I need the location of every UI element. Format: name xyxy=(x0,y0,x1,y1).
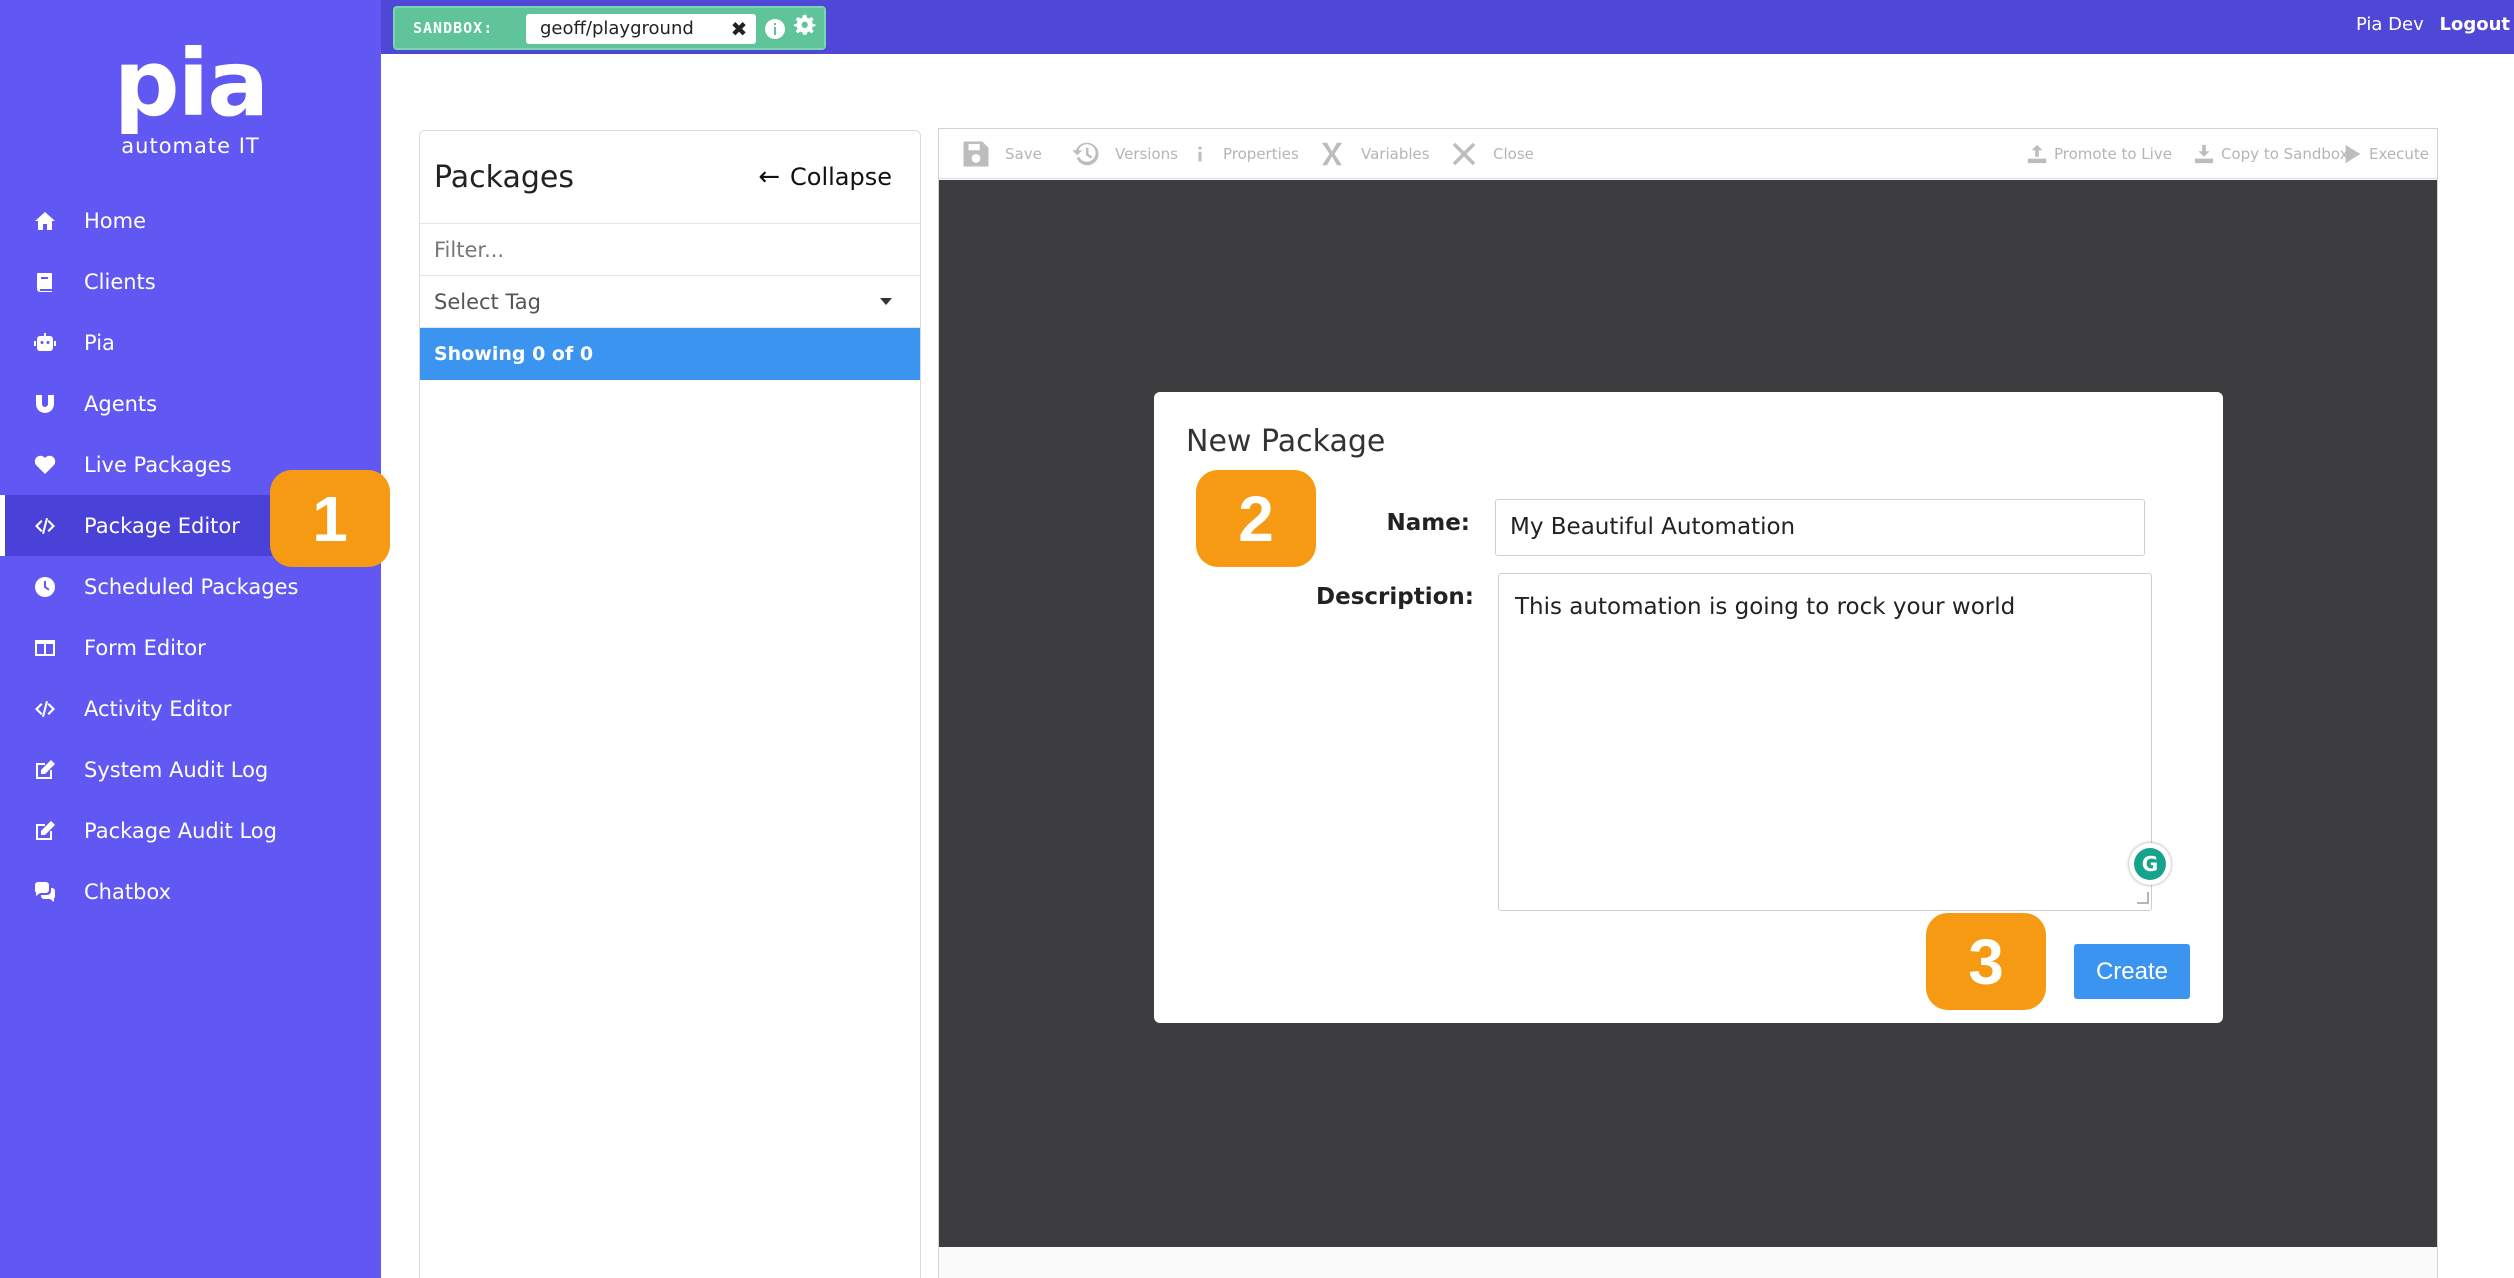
name-label: Name: xyxy=(1386,510,1470,536)
create-button[interactable]: Create xyxy=(2074,944,2190,999)
sidebar-item-chatbox[interactable]: Chatbox xyxy=(0,861,381,922)
save-button[interactable]: Save xyxy=(961,129,1042,179)
sidebar-item-label: Home xyxy=(84,208,147,233)
properties-button[interactable]: Properties xyxy=(1191,129,1299,179)
editor-toolbar: Save Versions Properties Variables Close… xyxy=(939,129,2437,179)
save-icon xyxy=(963,141,989,167)
execute-label: Execute xyxy=(2369,145,2429,163)
info-icon xyxy=(1198,146,1202,162)
columns-icon xyxy=(32,635,58,661)
comments-icon xyxy=(32,879,58,905)
clear-sandbox-icon[interactable]: ✖ xyxy=(727,14,751,44)
heartbeat-icon xyxy=(32,452,58,478)
sidebar-item-label: Activity Editor xyxy=(84,696,232,721)
arrow-left-icon: ← xyxy=(758,162,780,192)
logout-link[interactable]: Logout xyxy=(2439,14,2510,35)
sidebar-item-form-editor[interactable]: Form Editor xyxy=(0,617,381,678)
variables-button[interactable]: Variables xyxy=(1317,129,1430,179)
brand-tagline: automate IT xyxy=(121,134,260,158)
sandbox-input[interactable]: geoff/playground xyxy=(526,14,756,44)
tag-select[interactable]: Select Tag xyxy=(420,276,920,328)
sidebar-item-label: Scheduled Packages xyxy=(84,574,299,599)
book-icon xyxy=(32,269,58,295)
user-name: Pia Dev xyxy=(2355,14,2424,35)
close-label: Close xyxy=(1493,145,1534,163)
sidebar-item-label: Package Editor xyxy=(84,513,240,538)
package-filter-input[interactable]: Filter... xyxy=(420,224,920,276)
promote-to-live-button[interactable]: Promote to Live xyxy=(2026,129,2172,179)
sidebar-item-activity-editor[interactable]: Activity Editor xyxy=(0,678,381,739)
gear-icon[interactable] xyxy=(793,14,819,40)
collapse-button[interactable]: ← Collapse xyxy=(758,162,892,192)
sidebar-item-clients[interactable]: Clients xyxy=(0,251,381,312)
step-badge-2: 2 xyxy=(1196,470,1316,567)
execute-button[interactable]: Execute xyxy=(2341,129,2429,179)
packages-title: Packages xyxy=(434,159,574,195)
close-button[interactable]: Close xyxy=(1449,129,1534,179)
promote-label: Promote to Live xyxy=(2054,145,2172,163)
sandbox-selector: SANDBOX: geoff/playground ✖ xyxy=(393,6,826,50)
info-icon[interactable] xyxy=(763,17,789,43)
play-icon xyxy=(2345,144,2361,164)
close-icon xyxy=(1452,142,1476,166)
grammarly-icon[interactable]: G xyxy=(2129,843,2171,885)
packages-panel: Packages ← Collapse Filter... Select Tag… xyxy=(419,130,921,1278)
sidebar-item-home[interactable]: Home xyxy=(0,190,381,251)
resize-handle[interactable] xyxy=(2137,892,2149,904)
dialog-title: New Package xyxy=(1186,424,1386,459)
versions-label: Versions xyxy=(1115,145,1178,163)
home-icon xyxy=(32,208,58,234)
sidebar-item-pia[interactable]: Pia xyxy=(0,312,381,373)
sidebar-item-agents[interactable]: Agents xyxy=(0,373,381,434)
copy-to-sandbox-button[interactable]: Copy to Sandbox xyxy=(2193,129,2349,179)
sidebar-item-label: Pia xyxy=(84,330,115,355)
package-name-input[interactable]: My Beautiful Automation xyxy=(1495,499,2145,556)
sidebar-item-label: Clients xyxy=(84,269,156,294)
save-label: Save xyxy=(1005,145,1042,163)
brand-logo[interactable]: pia automate IT xyxy=(0,30,381,159)
user-area: Pia Dev Logout xyxy=(2356,14,2510,35)
sidebar-item-label: Agents xyxy=(84,391,158,416)
versions-button[interactable]: Versions xyxy=(1071,129,1178,179)
sandbox-label: SANDBOX: xyxy=(413,19,494,37)
code-icon xyxy=(32,513,58,539)
brand-name: pia xyxy=(113,30,269,137)
edit-icon xyxy=(32,757,58,783)
sidebar-item-system-audit-log[interactable]: System Audit Log xyxy=(0,739,381,800)
edit-icon xyxy=(32,818,58,844)
variables-label: Variables xyxy=(1361,145,1430,163)
sidebar-item-package-audit-log[interactable]: Package Audit Log xyxy=(0,800,381,861)
clock-icon xyxy=(32,574,58,600)
properties-label: Properties xyxy=(1223,145,1299,163)
code-icon xyxy=(32,696,58,722)
package-description-textarea[interactable]: This automation is going to rock your wo… xyxy=(1498,573,2152,911)
variables-icon xyxy=(1322,142,1342,166)
upload-icon xyxy=(2027,144,2047,164)
sidebar-item-label: Package Audit Log xyxy=(84,818,277,843)
step-badge-1: 1 xyxy=(270,470,390,567)
sidebar-item-label: Form Editor xyxy=(84,635,206,660)
top-bar: SANDBOX: geoff/playground ✖ Pia Dev Logo… xyxy=(381,0,2514,54)
sidebar: pia automate IT Home Clients Pia Agents … xyxy=(0,0,381,1278)
showing-count: Showing 0 of 0 xyxy=(420,328,920,380)
sidebar-item-label: System Audit Log xyxy=(84,757,269,782)
history-icon xyxy=(1072,142,1099,166)
sidebar-item-label: Chatbox xyxy=(84,879,172,904)
collapse-label: Collapse xyxy=(790,163,892,191)
copy-label: Copy to Sandbox xyxy=(2221,145,2349,163)
magnet-icon xyxy=(32,391,58,417)
packages-header: Packages ← Collapse xyxy=(420,131,920,224)
step-badge-3: 3 xyxy=(1926,913,2046,1010)
chevron-down-icon xyxy=(880,298,892,305)
description-label: Description: xyxy=(1316,584,1474,610)
robot-icon xyxy=(32,330,58,356)
sidebar-item-label: Live Packages xyxy=(84,452,232,477)
tag-select-value: Select Tag xyxy=(434,289,542,314)
download-icon xyxy=(2194,144,2214,164)
